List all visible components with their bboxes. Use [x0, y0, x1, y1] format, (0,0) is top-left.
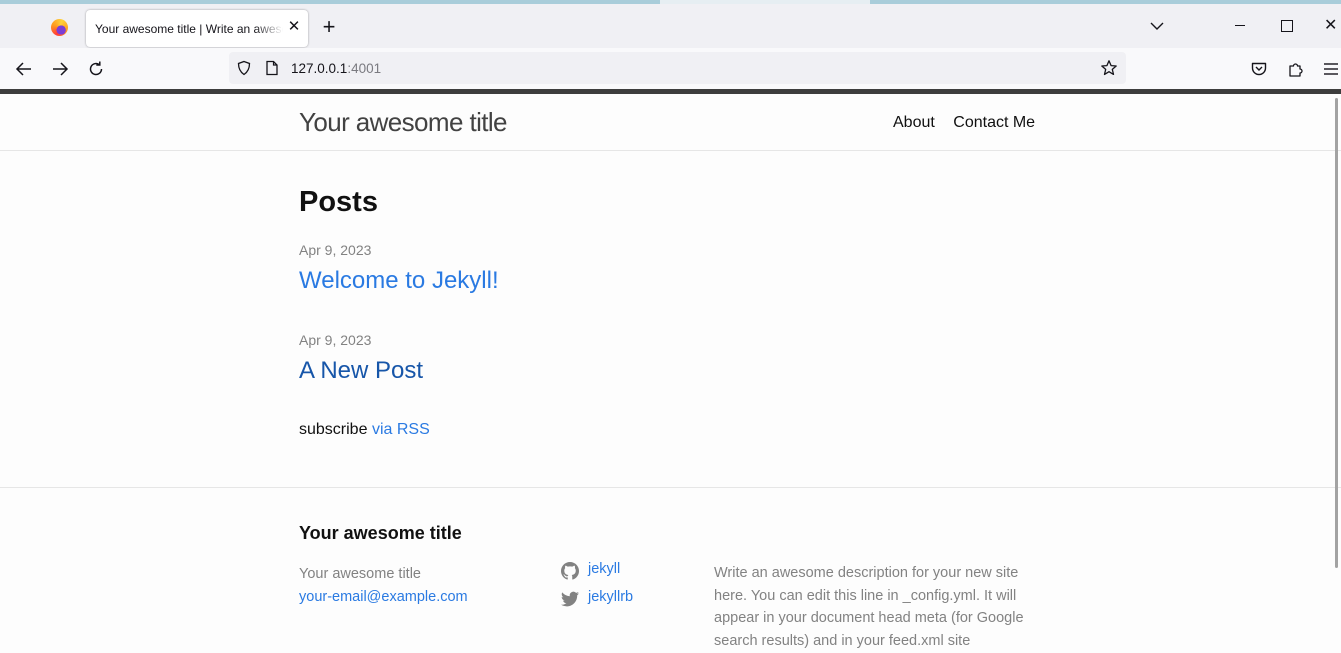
post-title-link[interactable]: Welcome to Jekyll!	[299, 267, 499, 295]
menu-icon[interactable]	[1322, 60, 1340, 78]
footer-contact: Your awesome title your-email@example.co…	[299, 563, 468, 609]
twitter-icon	[561, 591, 579, 607]
active-tab[interactable]: Your awesome title | Write an awesome de…	[86, 10, 308, 47]
list-tabs-chevron-icon[interactable]	[1149, 19, 1165, 33]
tab-close-icon[interactable]: ✕	[286, 19, 302, 35]
url-text[interactable]: 127.0.0.1:4001	[291, 61, 381, 76]
shield-icon[interactable]	[236, 60, 252, 76]
page-icon	[266, 60, 278, 76]
url-bar[interactable]: 127.0.0.1:4001	[229, 52, 1126, 84]
github-username: jekyll	[588, 561, 621, 577]
tab-title: Your awesome title | Write an awesome de…	[95, 22, 283, 36]
extensions-icon[interactable]	[1287, 60, 1305, 78]
page-scrollbar[interactable]	[1335, 94, 1338, 653]
twitter-username: jekyllrb	[588, 589, 634, 605]
maximize-icon[interactable]	[1279, 17, 1295, 35]
social-link-github[interactable]: jekyll	[561, 561, 633, 589]
bookmark-star-icon[interactable]	[1100, 59, 1118, 77]
site-header: Your awesome title About Contact Me	[0, 94, 1341, 151]
nav-link-contact[interactable]: Contact Me	[953, 114, 1035, 131]
post-date: Apr 9, 2023	[299, 332, 372, 348]
subscribe-line: subscribe via RSS	[299, 421, 430, 439]
post-title-link[interactable]: A New Post	[299, 357, 423, 385]
site-description: Write an awesome description for your ne…	[714, 565, 1024, 649]
close-window-icon[interactable]: ✕	[1324, 17, 1340, 35]
site-title[interactable]: Your awesome title	[299, 107, 508, 138]
posts-heading: Posts	[299, 186, 378, 218]
url-port: :4001	[347, 61, 382, 76]
footer-name: Your awesome title	[299, 566, 421, 582]
reload-icon[interactable]	[87, 60, 105, 78]
back-arrow-icon[interactable]	[15, 60, 33, 78]
scrollbar-thumb[interactable]	[1335, 98, 1338, 568]
site-nav: About Contact Me	[893, 114, 1049, 132]
footer-email-link[interactable]: your-email@example.com	[299, 586, 468, 609]
github-icon	[561, 562, 579, 580]
footer-heading: Your awesome title	[299, 523, 462, 543]
new-tab-icon[interactable]: +	[319, 16, 339, 38]
navigation-toolbar: 127.0.0.1:4001	[0, 48, 1341, 89]
site-footer: Your awesome title Your awesome title yo…	[0, 487, 1341, 653]
pocket-icon[interactable]	[1250, 60, 1268, 78]
social-link-twitter[interactable]: jekyllrb	[561, 589, 633, 617]
rss-link[interactable]: via RSS	[372, 421, 430, 438]
footer-social-list: jekyll jekyllrb	[561, 561, 633, 617]
tab-bar: Your awesome title | Write an awesome de…	[0, 4, 1341, 48]
forward-arrow-icon[interactable]	[51, 60, 69, 78]
firefox-logo-icon[interactable]	[51, 19, 68, 36]
post-date: Apr 9, 2023	[299, 242, 372, 258]
url-host: 127.0.0.1	[291, 61, 348, 76]
nav-link-about[interactable]: About	[893, 114, 935, 131]
minimize-icon[interactable]	[1232, 17, 1248, 35]
subscribe-text: subscribe	[299, 421, 368, 438]
